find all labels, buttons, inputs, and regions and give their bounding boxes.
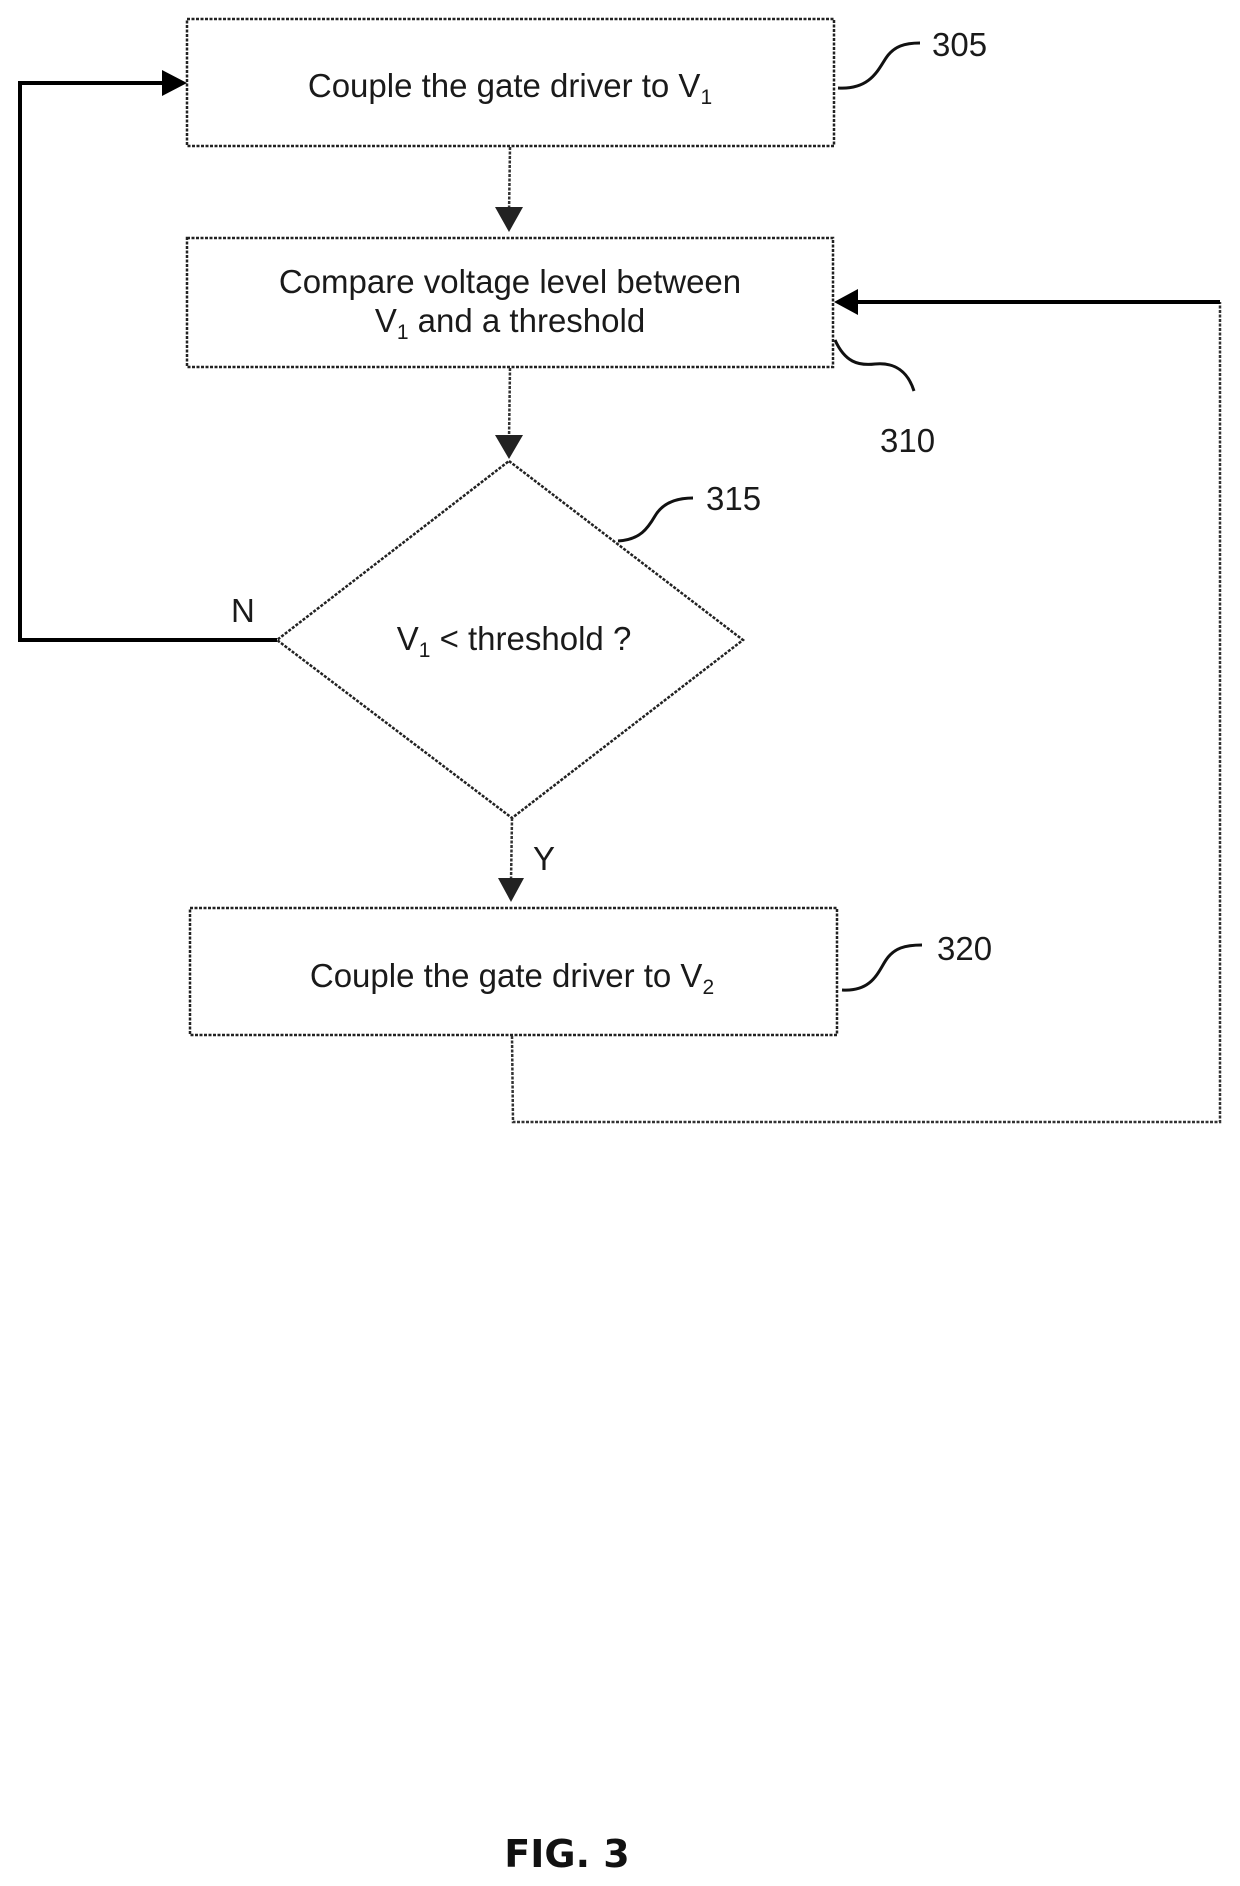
step-315: V1 < threshold ? <box>274 459 746 820</box>
flowchart: Couple the gate driver to V1 Compare vol… <box>18 17 1222 1876</box>
ref-label-305: 305 <box>932 26 987 63</box>
step-310: Compare voltage level between V1 and a t… <box>185 236 835 369</box>
arrowhead-down-icon <box>498 878 524 902</box>
step-310-text-line1: Compare voltage level between <box>279 263 741 300</box>
step-315-text: V1 < threshold ? <box>397 620 632 662</box>
step-320: Couple the gate driver to V2 <box>188 906 839 1037</box>
ref-label-310: 310 <box>880 422 935 459</box>
step-305: Couple the gate driver to V1 <box>185 17 836 148</box>
step-320-text: Couple the gate driver to V2 <box>310 957 714 999</box>
no-branch-label: N <box>231 592 255 629</box>
leader-line-310 <box>833 339 916 392</box>
figure-caption: FIG. 3 <box>504 1832 629 1876</box>
arrowhead-right-icon <box>162 70 187 96</box>
leader-line-305 <box>837 41 921 90</box>
leader-line-315 <box>617 496 694 543</box>
arrow-305-to-310 <box>495 146 523 232</box>
arrowhead-down-icon <box>495 207 523 232</box>
step-305-text: Couple the gate driver to V1 <box>308 67 712 109</box>
ref-315: 315 <box>617 480 761 543</box>
arrowhead-down-icon <box>495 435 523 459</box>
ref-310: 310 <box>833 339 935 459</box>
yes-branch-label: Y <box>533 840 555 877</box>
arrow-310-to-315 <box>495 367 523 459</box>
arrow-315-to-320-yes: Y <box>498 817 555 902</box>
arrowhead-left-icon <box>834 289 858 315</box>
step-310-text-line2: V1 and a threshold <box>375 302 645 344</box>
leader-line-320 <box>841 943 923 992</box>
ref-320: 320 <box>841 930 992 992</box>
ref-label-315: 315 <box>706 480 761 517</box>
ref-label-320: 320 <box>937 930 992 967</box>
ref-305: 305 <box>837 26 987 90</box>
